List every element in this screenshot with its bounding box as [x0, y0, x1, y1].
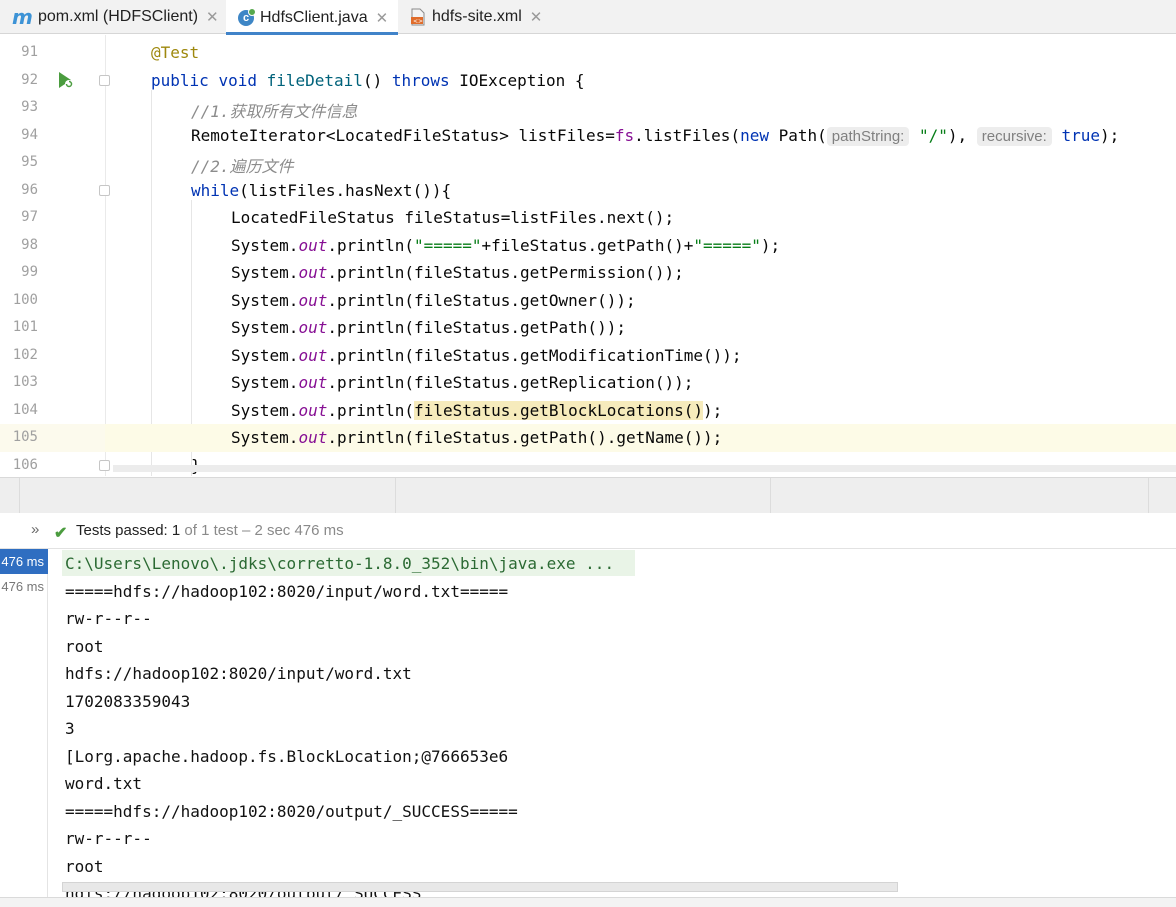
tab-hdfsclient-java[interactable]: c HdfsClient.java ✕: [226, 0, 398, 35]
code-text: //2.遍历文件: [191, 157, 294, 176]
fold-marker-icon[interactable]: [99, 459, 110, 471]
code-editor[interactable]: 91 @Test 92 public void fileDetail() thr…: [0, 35, 1176, 476]
tab-label: hdfs-site.xml: [432, 8, 522, 25]
line-number: 100: [12, 291, 38, 308]
console-line: hdfs://hadoop102:8020/input/word.txt: [65, 664, 412, 683]
test-duration-selected[interactable]: 476 ms: [0, 549, 48, 574]
line-number: 92: [21, 71, 38, 88]
code-line-102: 102 System.out.println(fileStatus.getMod…: [0, 342, 1176, 370]
line-number: 104: [12, 401, 38, 418]
console-command: C:\Users\Lenovo\.jdks\corretto-1.8.0_352…: [65, 554, 615, 573]
line-number: 101: [12, 319, 38, 335]
fold-marker-icon[interactable]: [99, 184, 110, 196]
test-tree: 476 ms 476 ms: [0, 549, 48, 907]
test-status: Tests passed: 1 of 1 test – 2 sec 476 ms: [76, 522, 344, 539]
code-line-95: 95 //2.遍历文件: [0, 149, 1176, 177]
fold-marker-icon[interactable]: [99, 74, 110, 86]
code-line-105: 105 System.out.println(fileStatus.getPat…: [0, 424, 1176, 452]
xml-file-icon: <>: [410, 8, 426, 26]
code-text: LocatedFileStatus fileStatus=listFiles.n…: [231, 208, 675, 227]
test-duration[interactable]: 476 ms: [0, 574, 48, 599]
code-line-92: 92 public void fileDetail() throws IOExc…: [0, 67, 1176, 95]
line-number: 96: [21, 181, 38, 198]
parameter-hint: pathString:: [826, 126, 910, 146]
console-line: word.txt: [65, 774, 143, 793]
console-horizontal-scrollbar[interactable]: [62, 882, 898, 892]
editor-horizontal-scrollbar[interactable]: [113, 465, 1176, 472]
console-line: root: [65, 857, 104, 876]
code-text: //1.获取所有文件信息: [191, 102, 358, 121]
code-text: System.out.println(fileStatus.getBlockLo…: [231, 400, 723, 420]
console-line: rw-r--r--: [65, 829, 152, 848]
java-class-icon: c: [238, 7, 256, 26]
line-number: 106: [12, 456, 38, 473]
close-icon[interactable]: ✕: [530, 8, 543, 26]
checkmark-icon: ✔: [54, 525, 68, 542]
line-number: 98: [21, 236, 38, 253]
code-line-101: 101 System.out.println(fileStatus.getPat…: [0, 314, 1176, 342]
console-line: 1702083359043: [65, 692, 191, 711]
code-text: public void fileDetail() throws IOExcept…: [151, 70, 585, 90]
tab-label: pom.xml (HDFSClient): [38, 8, 199, 25]
tab-pom-xml[interactable]: m pom.xml (HDFSClient) ✕: [0, 0, 226, 34]
line-number: 105: [12, 429, 38, 445]
code-line-99: 99 System.out.println(fileStatus.getPerm…: [0, 259, 1176, 287]
code-text: System.out.println("====="+fileStatus.ge…: [231, 235, 781, 255]
panel-splitter[interactable]: [0, 477, 1176, 514]
line-number: 93: [21, 99, 38, 115]
console-line: [Lorg.apache.hadoop.fs.BlockLocation;@76…: [65, 747, 509, 766]
line-number: 97: [21, 209, 38, 225]
code-line-96: 96 while(listFiles.hasNext()){: [0, 177, 1176, 205]
editor-tab-bar: m pom.xml (HDFSClient) ✕ c HdfsClient.ja…: [0, 0, 1176, 35]
code-line-103: 103 System.out.println(fileStatus.getRep…: [0, 369, 1176, 397]
close-icon[interactable]: ✕: [376, 9, 389, 27]
code-text: System.out.println(fileStatus.getReplica…: [231, 373, 694, 392]
code-text: while(listFiles.hasNext()){: [191, 180, 452, 200]
code-line-100: 100 System.out.println(fileStatus.getOwn…: [0, 287, 1176, 315]
code-text: @Test: [151, 43, 200, 62]
code-text: System.out.println(fileStatus.getPath().…: [231, 428, 723, 447]
code-text: System.out.println(fileStatus.getPath())…: [231, 318, 626, 337]
console-line: 3: [65, 719, 75, 738]
svg-text:<>: <>: [413, 18, 423, 25]
maven-icon: m: [12, 5, 33, 29]
code-text: System.out.println(fileStatus.getModific…: [231, 345, 742, 365]
close-icon[interactable]: ✕: [206, 8, 219, 26]
run-test-icon[interactable]: [56, 70, 74, 90]
console-line: =====hdfs://hadoop102:8020/output/_SUCCE…: [65, 802, 518, 821]
tab-label: HdfsClient.java: [260, 8, 368, 26]
bottom-tool-bar: [0, 897, 1176, 907]
parameter-hint: recursive:: [976, 126, 1052, 146]
line-number: 91: [21, 44, 38, 60]
console-output[interactable]: 476 ms 476 ms C:\Users\Lenovo\.jdks\corr…: [0, 549, 1176, 907]
usage-highlight: fileStatus.getBlockLocations(): [414, 400, 704, 420]
line-number: 95: [21, 154, 38, 170]
code-text: System.out.println(fileStatus.getOwner()…: [231, 290, 636, 310]
line-number: 94: [21, 126, 38, 143]
code-line-93: 93 //1.获取所有文件信息: [0, 94, 1176, 122]
line-number: 99: [21, 264, 38, 280]
code-text: RemoteIterator<LocatedFileStatus> listFi…: [191, 125, 1120, 146]
code-text: System.out.println(fileStatus.getPermiss…: [231, 263, 684, 282]
line-number: 102: [12, 346, 38, 363]
code-line-97: 97 LocatedFileStatus fileStatus=listFile…: [0, 204, 1176, 232]
tab-hdfs-site-xml[interactable]: <> hdfs-site.xml ✕: [398, 0, 558, 34]
console-line: root: [65, 637, 104, 656]
line-number: 103: [12, 374, 38, 390]
test-results-header: » ✔ Tests passed: 1 of 1 test – 2 sec 47…: [0, 513, 1176, 549]
expand-chevron-icon[interactable]: »: [31, 521, 39, 538]
code-line-106: 106 }: [0, 452, 1176, 477]
console-line: rw-r--r--: [65, 609, 152, 628]
code-line-91: 91 @Test: [0, 39, 1176, 67]
code-line-94: 94 RemoteIterator<LocatedFileStatus> lis…: [0, 122, 1176, 150]
code-line-104: 104 System.out.println(fileStatus.getBlo…: [0, 397, 1176, 425]
code-line-98: 98 System.out.println("====="+fileStatus…: [0, 232, 1176, 260]
console-line: =====hdfs://hadoop102:8020/input/word.tx…: [65, 582, 509, 601]
